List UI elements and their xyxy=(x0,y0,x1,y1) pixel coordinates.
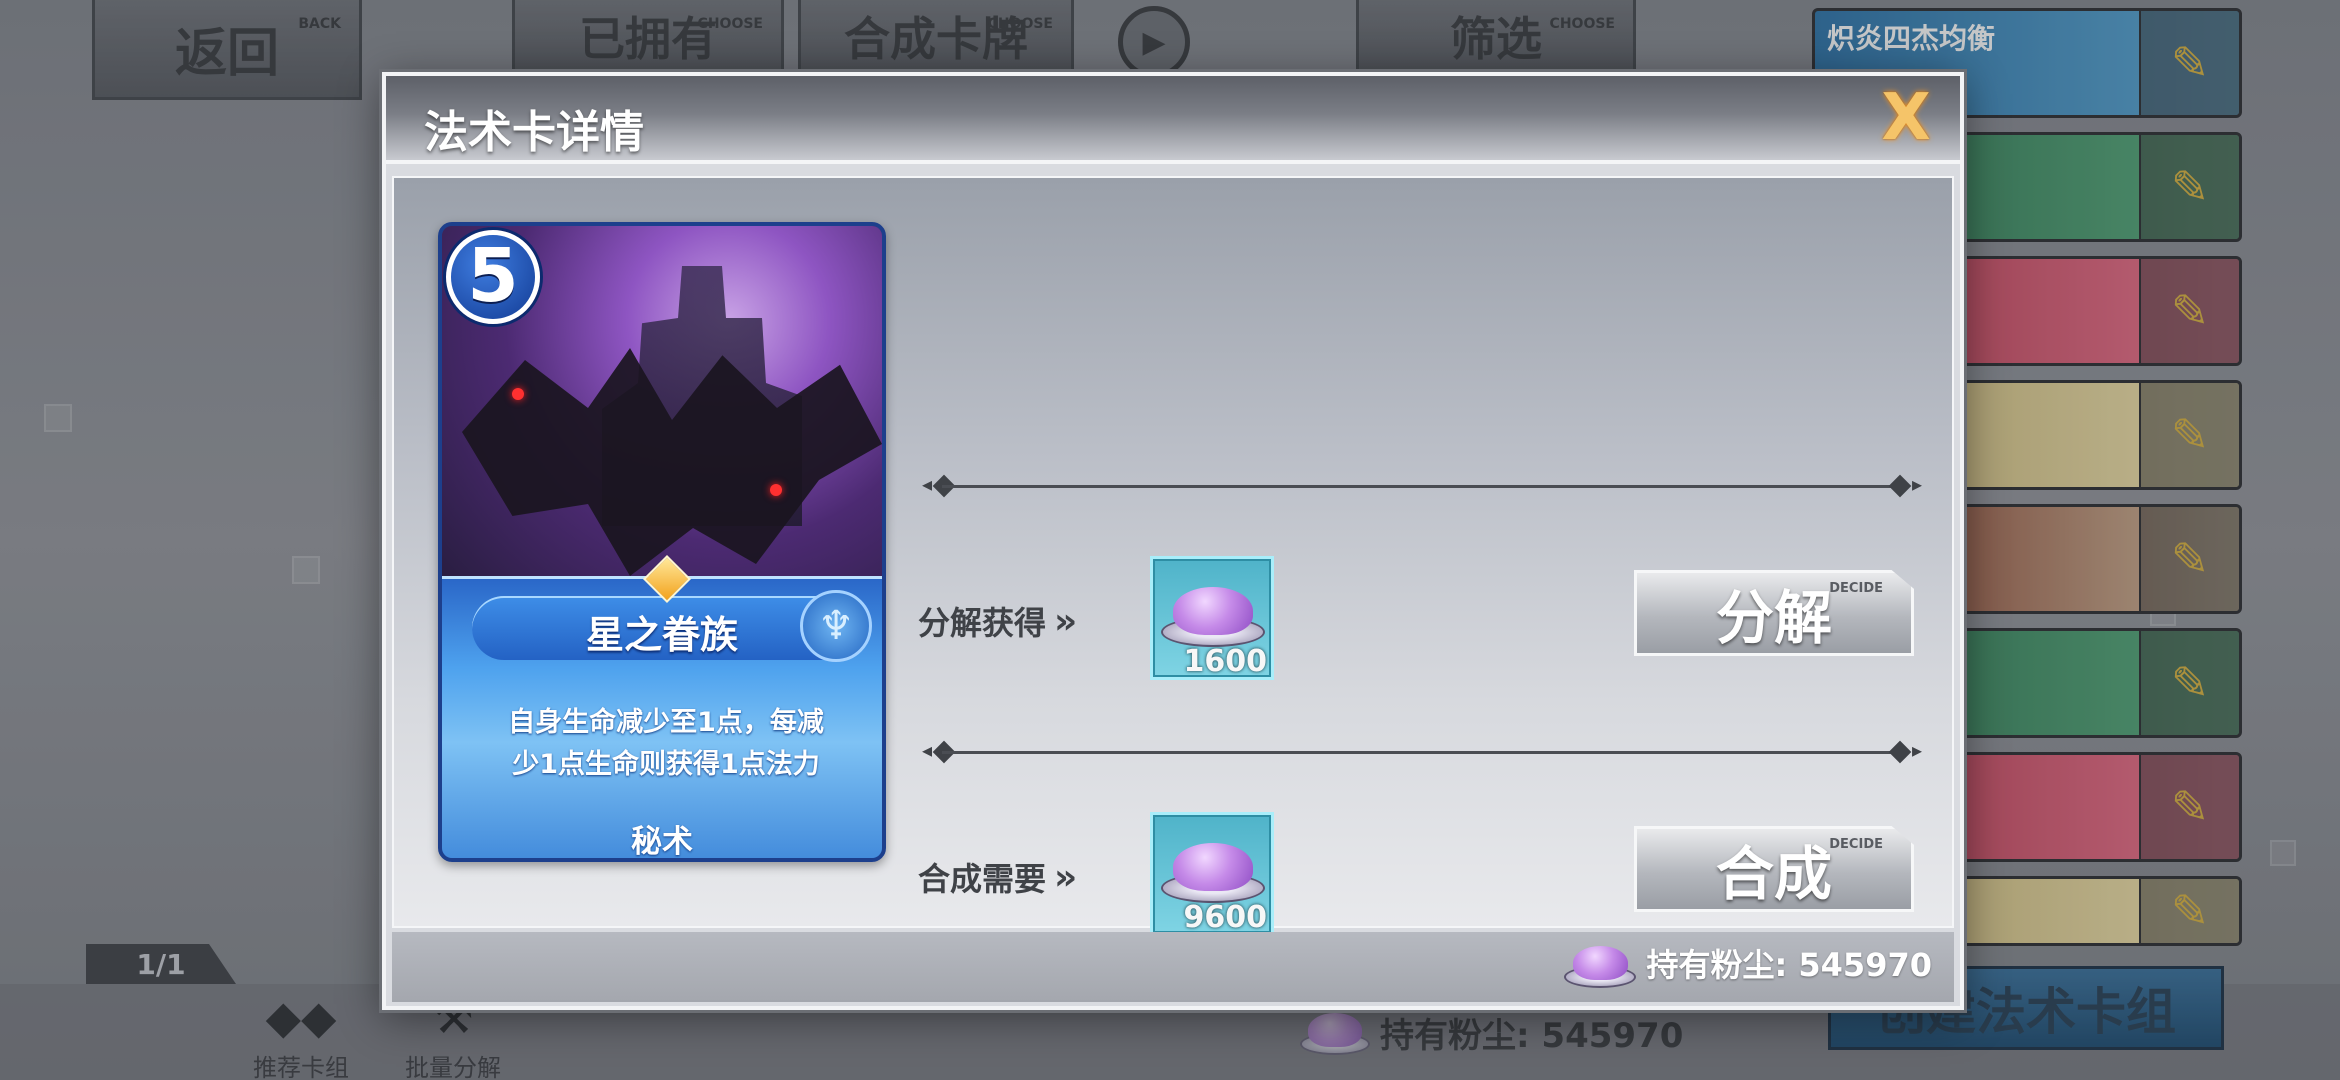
bat-eye xyxy=(770,484,782,496)
divider: ◂ ▸ xyxy=(922,738,1922,764)
disenchant-button-label: 分解 xyxy=(1715,584,1832,652)
dust-icon xyxy=(1161,577,1265,647)
disenchant-dust-tile: 1600 xyxy=(1150,556,1274,680)
spell-card: 5 星之眷族 ♆ 自身生命减少至1点，每减 少1点生命则获得1点法力 秘术 xyxy=(438,222,886,862)
divider: ◂ ▸ xyxy=(922,472,1922,498)
disenchant-amount: 1600 xyxy=(1183,644,1268,679)
disenchant-button-tag: DECIDE xyxy=(1829,581,1883,596)
dust-icon xyxy=(1161,833,1265,903)
craft-label: 合成需要 » xyxy=(918,854,1077,900)
card-type: 秘术 xyxy=(631,824,693,860)
dust-counter: 持有粉尘: 545970 xyxy=(1564,938,1932,988)
craft-amount: 9600 xyxy=(1183,900,1268,935)
card-description-line: 少1点生命则获得1点法力 xyxy=(512,749,820,780)
disenchant-label: 分解获得 » xyxy=(918,598,1077,644)
double-chevron-icon: » xyxy=(1054,600,1077,642)
craft-button[interactable]: DECIDE 合成 xyxy=(1634,826,1914,912)
disenchant-label-text: 分解获得 xyxy=(918,604,1047,642)
dialog-title: 法术卡详情 xyxy=(424,107,644,158)
bat-eye xyxy=(512,388,524,400)
dust-counter-text: 持有粉尘: 545970 xyxy=(1646,946,1932,984)
craft-dust-tile: 9600 xyxy=(1150,812,1274,936)
close-icon[interactable]: X xyxy=(1874,86,1938,150)
dialog-header: 法术卡详情 X xyxy=(386,76,1960,164)
double-chevron-icon: » xyxy=(1054,856,1077,898)
trident-icon: ♆ xyxy=(800,590,872,662)
card-description-line: 自身生命减少至1点，每减 xyxy=(508,707,824,738)
craft-button-label: 合成 xyxy=(1715,840,1832,908)
spell-card-detail-dialog: 法术卡详情 X 5 星之眷族 ♆ 自身生命减少至1点，每减 少1点生命则获得1点… xyxy=(382,72,1964,1010)
card-cost: 5 xyxy=(446,230,540,324)
card-description: 自身生命减少至1点，每减 少1点生命则获得1点法力 xyxy=(482,702,850,786)
disenchant-button[interactable]: DECIDE 分解 xyxy=(1634,570,1914,656)
dust-icon xyxy=(1564,938,1637,988)
craft-button-tag: DECIDE xyxy=(1829,837,1883,852)
dialog-body: 5 星之眷族 ♆ 自身生命减少至1点，每减 少1点生命则获得1点法力 秘术 ◂ … xyxy=(392,176,1954,936)
craft-label-text: 合成需要 xyxy=(918,860,1047,898)
dialog-footer: 持有粉尘: 545970 xyxy=(392,932,1954,1002)
